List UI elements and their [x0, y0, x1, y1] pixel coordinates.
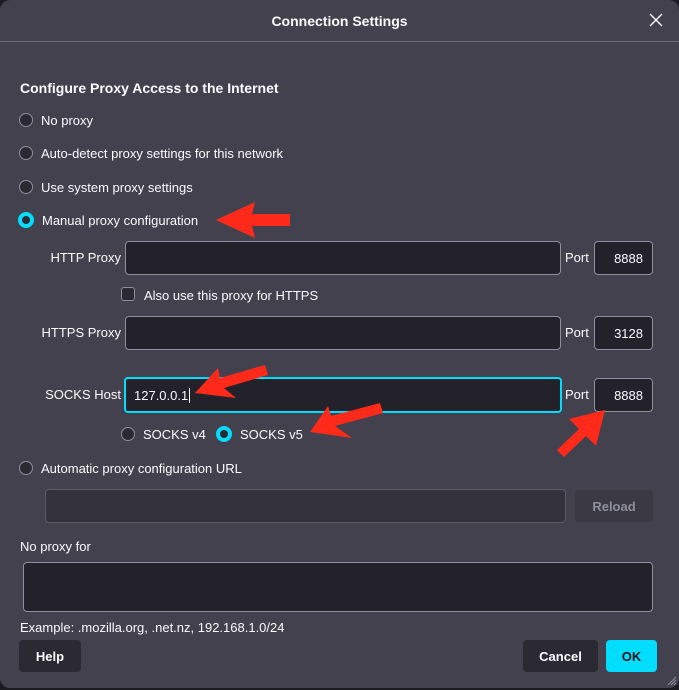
http-port-label: Port	[565, 250, 589, 265]
also-https-checkbox[interactable]	[121, 287, 135, 301]
resize-grip-icon[interactable]	[665, 674, 677, 686]
socks-port-input[interactable]: 8888	[594, 378, 653, 412]
radio-system-proxy[interactable]: Use system proxy settings	[19, 177, 193, 197]
radio-label: Automatic proxy configuration URL	[41, 460, 242, 476]
socks-host-label: SOCKS Host	[45, 387, 121, 402]
radio-socks-v4[interactable]: SOCKS v4	[121, 424, 206, 444]
radio-no-proxy[interactable]: No proxy	[19, 110, 93, 130]
reload-button[interactable]: Reload	[575, 490, 653, 522]
radio-button[interactable]	[19, 461, 33, 475]
socks-host-input[interactable]: 127.0.0.1	[124, 377, 562, 413]
http-proxy-label: HTTP Proxy	[50, 250, 121, 265]
no-proxy-for-textarea[interactable]	[23, 562, 653, 612]
radio-label: Auto-detect proxy settings for this netw…	[41, 145, 284, 161]
radio-socks-v5[interactable]: SOCKS v5	[216, 424, 303, 444]
radio-button[interactable]	[19, 113, 33, 127]
radio-label: SOCKS v5	[240, 426, 303, 442]
help-button[interactable]: Help	[19, 640, 81, 672]
http-port-input[interactable]: 8888	[594, 241, 653, 275]
radio-auto-detect[interactable]: Auto-detect proxy settings for this netw…	[19, 143, 283, 163]
radio-manual-proxy[interactable]: Manual proxy configuration	[18, 210, 198, 230]
radio-button-checked[interactable]	[18, 212, 34, 228]
dialog-title: Connection Settings	[271, 12, 408, 29]
ok-button[interactable]: OK	[606, 640, 657, 672]
no-proxy-for-label: No proxy for	[20, 539, 91, 554]
section-heading: Configure Proxy Access to the Internet	[20, 80, 279, 96]
connection-settings-dialog: Connection Settings Configure Proxy Acce…	[0, 0, 679, 688]
close-icon[interactable]	[647, 11, 665, 29]
socks-host-value: 127.0.0.1	[134, 387, 189, 403]
radio-label: SOCKS v4	[143, 426, 206, 442]
radio-label: Manual proxy configuration	[42, 212, 199, 228]
https-proxy-input[interactable]	[125, 316, 561, 350]
https-port-input[interactable]: 3128	[594, 316, 653, 350]
dialog-titlebar: Connection Settings	[0, 0, 679, 42]
socks-port-label: Port	[565, 387, 589, 402]
radio-button[interactable]	[121, 427, 135, 441]
https-proxy-label: HTTPS Proxy	[41, 325, 121, 340]
radio-button[interactable]	[19, 180, 33, 194]
radio-auto-config-url[interactable]: Automatic proxy configuration URL	[19, 458, 242, 478]
radio-button[interactable]	[19, 146, 33, 160]
also-https-label: Also use this proxy for HTTPS	[144, 288, 319, 303]
cancel-button[interactable]: Cancel	[523, 640, 598, 672]
radio-label: No proxy	[41, 112, 94, 128]
radio-label: Use system proxy settings	[41, 179, 193, 195]
https-port-label: Port	[565, 325, 589, 340]
text-caret	[189, 387, 191, 403]
auto-config-url-input[interactable]	[45, 489, 566, 523]
http-proxy-input[interactable]	[125, 241, 561, 275]
no-proxy-example: Example: .mozilla.org, .net.nz, 192.168.…	[20, 620, 285, 635]
radio-button-checked[interactable]	[216, 426, 232, 442]
